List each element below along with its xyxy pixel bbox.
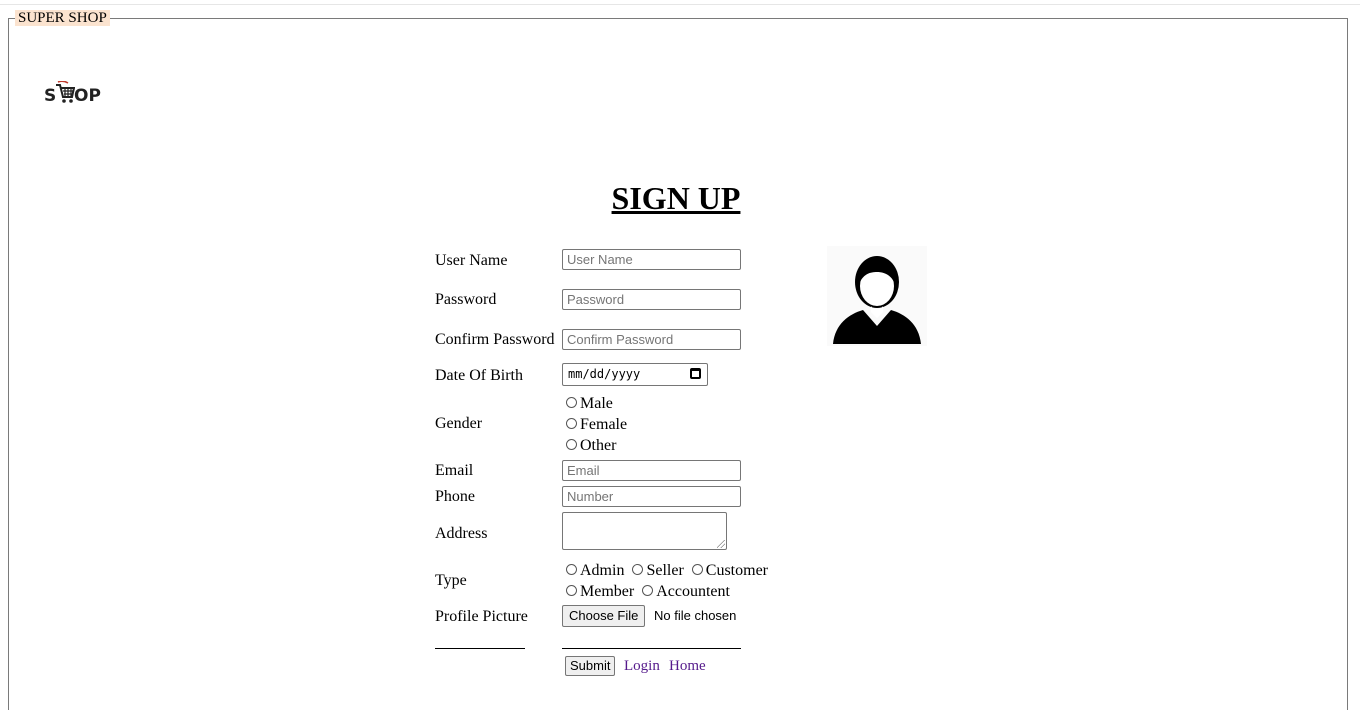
type-options-row-2: Member Accountent: [566, 583, 734, 601]
password-input[interactable]: Password: [562, 289, 741, 310]
user-avatar-icon: [827, 246, 927, 346]
gender-other-label: Other: [580, 437, 617, 454]
super-shop-fieldset: SUPER SHOP: [8, 10, 1348, 710]
type-option-member[interactable]: Member: [566, 583, 634, 600]
divider-left: [435, 648, 525, 649]
username-placeholder: User Name: [567, 252, 633, 267]
gender-option-male[interactable]: Male: [566, 395, 613, 413]
confirm-password-placeholder: Confirm Password: [567, 332, 674, 347]
page-title-text: SIGN UP: [611, 180, 741, 216]
radio-other[interactable]: [566, 439, 577, 450]
top-divider: [0, 4, 1360, 5]
phone-placeholder: Number: [567, 489, 614, 504]
calendar-icon[interactable]: [690, 368, 701, 379]
email-placeholder: Email: [567, 463, 600, 478]
type-member-label: Member: [580, 583, 635, 600]
type-admin-label: Admin: [580, 562, 625, 579]
profile-picture-label: Profile Picture: [435, 608, 528, 625]
shopping-cart-icon: [56, 81, 75, 103]
logo-text-right: OP: [74, 86, 101, 106]
choose-file-button[interactable]: Choose File: [562, 605, 646, 627]
page-title: SIGN UP: [0, 180, 1360, 217]
phone-label: Phone: [435, 488, 475, 505]
dob-placeholder: mm/dd/yyyy: [568, 367, 641, 381]
radio-admin[interactable]: [566, 564, 577, 575]
radio-customer[interactable]: [691, 564, 703, 575]
type-customer-label: Customer: [705, 562, 768, 579]
radio-male[interactable]: [566, 397, 577, 408]
type-label: Type: [435, 572, 467, 589]
gender-label: Gender: [435, 415, 483, 432]
radio-accountent[interactable]: [642, 585, 654, 596]
radio-member[interactable]: [566, 585, 577, 596]
shop-logo[interactable]: S OP: [44, 78, 114, 114]
radio-female[interactable]: [566, 418, 577, 429]
email-input[interactable]: Email: [562, 460, 741, 481]
username-input[interactable]: User Name: [562, 249, 741, 270]
password-placeholder: Password: [567, 292, 625, 307]
address-textarea[interactable]: [562, 512, 727, 550]
username-label: User Name: [435, 252, 508, 269]
address-label: Address: [435, 525, 488, 542]
confirm-password-label: Confirm Password: [435, 331, 555, 348]
resize-grip-icon[interactable]: [717, 540, 725, 548]
password-label: Password: [435, 291, 497, 308]
login-link[interactable]: Login: [624, 657, 660, 675]
gender-option-other[interactable]: Other: [566, 437, 616, 455]
type-option-admin[interactable]: Admin: [566, 562, 624, 579]
fieldset-legend: SUPER SHOP: [15, 10, 110, 26]
gender-male-label: Male: [580, 395, 613, 412]
gender-option-female[interactable]: Female: [566, 416, 627, 434]
phone-input[interactable]: Number: [562, 486, 741, 507]
dob-label: Date Of Birth: [435, 367, 523, 384]
divider-right: [562, 648, 741, 649]
dob-input[interactable]: mm/dd/yyyy: [562, 363, 708, 386]
type-option-seller[interactable]: Seller: [632, 562, 684, 579]
type-options-row-1: Admin Seller Customer: [566, 562, 772, 580]
gender-female-label: Female: [580, 416, 628, 433]
type-seller-label: Seller: [646, 562, 684, 579]
type-accountent-label: Accountent: [656, 583, 730, 600]
email-label: Email: [435, 462, 474, 479]
type-option-accountent[interactable]: Accountent: [642, 583, 730, 600]
confirm-password-input[interactable]: Confirm Password: [562, 329, 741, 350]
home-link[interactable]: Home: [669, 657, 706, 675]
radio-seller[interactable]: [632, 564, 644, 575]
type-option-customer[interactable]: Customer: [691, 562, 768, 579]
submit-button[interactable]: Submit: [565, 656, 616, 676]
file-status-text: No file chosen: [654, 608, 737, 623]
